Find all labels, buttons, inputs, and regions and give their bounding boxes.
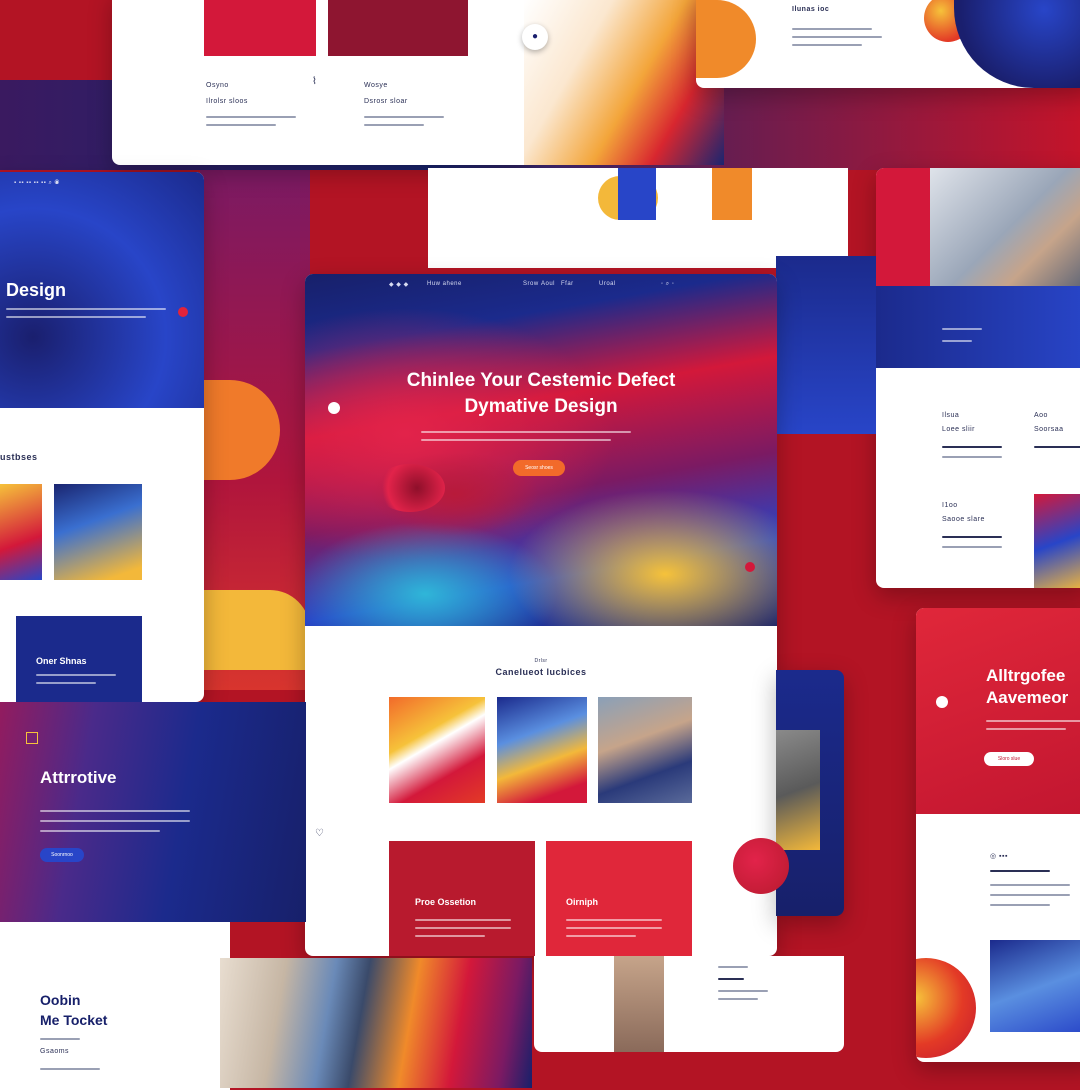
- main-nav-link-1[interactable]: Srow: [523, 281, 539, 287]
- main-hero-button[interactable]: Seosr shoes: [513, 460, 565, 476]
- mid-right-dark-card: [776, 670, 844, 916]
- main-thumb-1: [389, 697, 485, 803]
- bottom-text-card: Oobin Me Tocket Gsaoms: [0, 922, 230, 1090]
- left-hero-title: Design: [6, 280, 67, 300]
- bottom-left-icon: [26, 732, 38, 744]
- bottom-text-line2: Me Tocket: [40, 1012, 108, 1028]
- top-left-darkred-tile: [328, 0, 468, 56]
- right-red-icon: ◎ ▪▪▪: [990, 853, 1008, 860]
- main-nav-link-4[interactable]: Uroal: [599, 281, 616, 287]
- bottom-left-title: Attrrotive: [40, 768, 117, 787]
- top-left-card: Osyno Ilrolsr sloos Wosye Dsrosr sloar ⌇: [112, 0, 532, 165]
- bottom-text-sub: Gsaoms: [40, 1048, 70, 1055]
- brush-icon: ⌇: [312, 76, 317, 87]
- main-hero: [305, 274, 777, 626]
- left-thumb-1: [0, 484, 42, 580]
- top-right-card: Ilunas ioc: [696, 0, 1080, 88]
- main-thumb-3: [598, 697, 692, 803]
- right-red-title-line1: Alltrgofee: [986, 666, 1066, 685]
- main-section-eyebrow: Drlsr: [534, 658, 548, 664]
- top-right-blue-shape: [954, 0, 1080, 88]
- main-section-title: Canelueot lucbices: [495, 667, 587, 677]
- main-hero-red-dot: [745, 562, 755, 572]
- right-red-photo: [990, 940, 1080, 1032]
- center-back-panel: [428, 168, 848, 268]
- main-block-1-title: Proe Ossetion: [415, 897, 477, 907]
- main-block-2: Oirniph: [546, 841, 692, 956]
- main-nav-logo[interactable]: ◆ ◆ ◆: [389, 281, 409, 288]
- right-photo-red: [876, 168, 930, 286]
- center-back-blue-tile: [618, 168, 656, 220]
- main-nav-icons[interactable]: ◦ ⌕ ◦: [661, 281, 674, 288]
- main-block-2-title: Oirniph: [566, 897, 598, 907]
- right-col1-title: Ilsua: [942, 412, 960, 419]
- left-feature-box: Oner Shnas: [16, 616, 142, 702]
- left-thumb-2: [54, 484, 142, 580]
- top-left-col1-sub: Ilrolsr sloos: [206, 98, 248, 105]
- main-nav-link-2[interactable]: Aoul: [541, 281, 555, 287]
- right-row2-title: I1oo: [942, 502, 958, 509]
- center-back-orange-tile: [712, 168, 752, 220]
- right-red-button[interactable]: Sloro slue: [984, 752, 1034, 766]
- mid-right-blue-strip: [776, 256, 876, 434]
- right-photo: [930, 168, 1080, 286]
- mid-red-orb: [733, 838, 789, 894]
- main-hero-title-line2: Dymative Design: [464, 396, 618, 417]
- right-art-tile: [1034, 494, 1080, 588]
- bottom-text-line1: Oobin: [40, 992, 81, 1008]
- main-block-1: Proe Ossetion: [389, 841, 535, 956]
- left-hero-red-dot[interactable]: [178, 307, 188, 317]
- main-hero-title-line1: Chinlee Your Cestemic Defect: [406, 370, 676, 391]
- arrow-circle-icon[interactable]: ●: [522, 24, 548, 50]
- main-hero-swirl: [375, 464, 445, 512]
- right-blue-band: [876, 286, 1080, 368]
- bottom-left-button[interactable]: Soonrnoo: [40, 848, 84, 862]
- top-left-col2-sub: Dsrosr sloar: [364, 98, 408, 105]
- right-col1-sub: Loee sliir: [942, 426, 976, 433]
- bottom-photo: [220, 958, 532, 1088]
- right-col2-sub: Soorsaa: [1034, 426, 1064, 433]
- top-art-panel: [524, 0, 724, 165]
- main-heart-icon[interactable]: ♡: [315, 828, 324, 839]
- main-hero-play-icon[interactable]: [328, 402, 340, 414]
- top-left-col1-title: Osyno: [206, 82, 229, 89]
- main-nav-link-3[interactable]: Ffar: [561, 281, 574, 287]
- right-red-hero: [916, 608, 1080, 814]
- top-right-heading: Ilunas ioc: [792, 6, 830, 13]
- left-section-title: ustbses: [0, 452, 38, 462]
- right-red-orb: [916, 958, 976, 1058]
- background-yellow-blob: [200, 590, 310, 670]
- right-red-title-line2: Aavemeor: [986, 688, 1069, 707]
- main-thumb-2: [497, 697, 587, 803]
- right-col2-title: Aoo: [1034, 412, 1048, 419]
- right-red-card: Alltrgofee Aavemeor Sloro slue ◎ ▪▪▪: [916, 608, 1080, 1062]
- right-site-card: Ilsua Loee sliir Aoo Soorsaa I1oo Saooe …: [876, 168, 1080, 588]
- bottom-left-panel: Attrrotive Soonrnoo: [0, 702, 306, 922]
- left-feature-title: Oner Shnas: [36, 656, 87, 666]
- left-site-card: ▪ ▪▪ ▪▪ ▪▪ ▪▪ ⌕ ◉ Design ustbses Oner Sh…: [0, 172, 204, 702]
- right-row2-sub: Saooe slare: [942, 516, 985, 523]
- top-left-col2-title: Wosye: [364, 82, 388, 89]
- main-site-card: ◆ ◆ ◆ Huw ahene Srow Aoul Ffar Uroal ◦ ⌕…: [305, 274, 777, 956]
- main-nav-brand[interactable]: Huw ahene: [427, 281, 462, 287]
- top-left-red-tile: [204, 0, 316, 56]
- right-red-play-icon[interactable]: [936, 696, 948, 708]
- bottom-mid-card: [534, 956, 844, 1052]
- top-right-orange-shape: [696, 0, 756, 78]
